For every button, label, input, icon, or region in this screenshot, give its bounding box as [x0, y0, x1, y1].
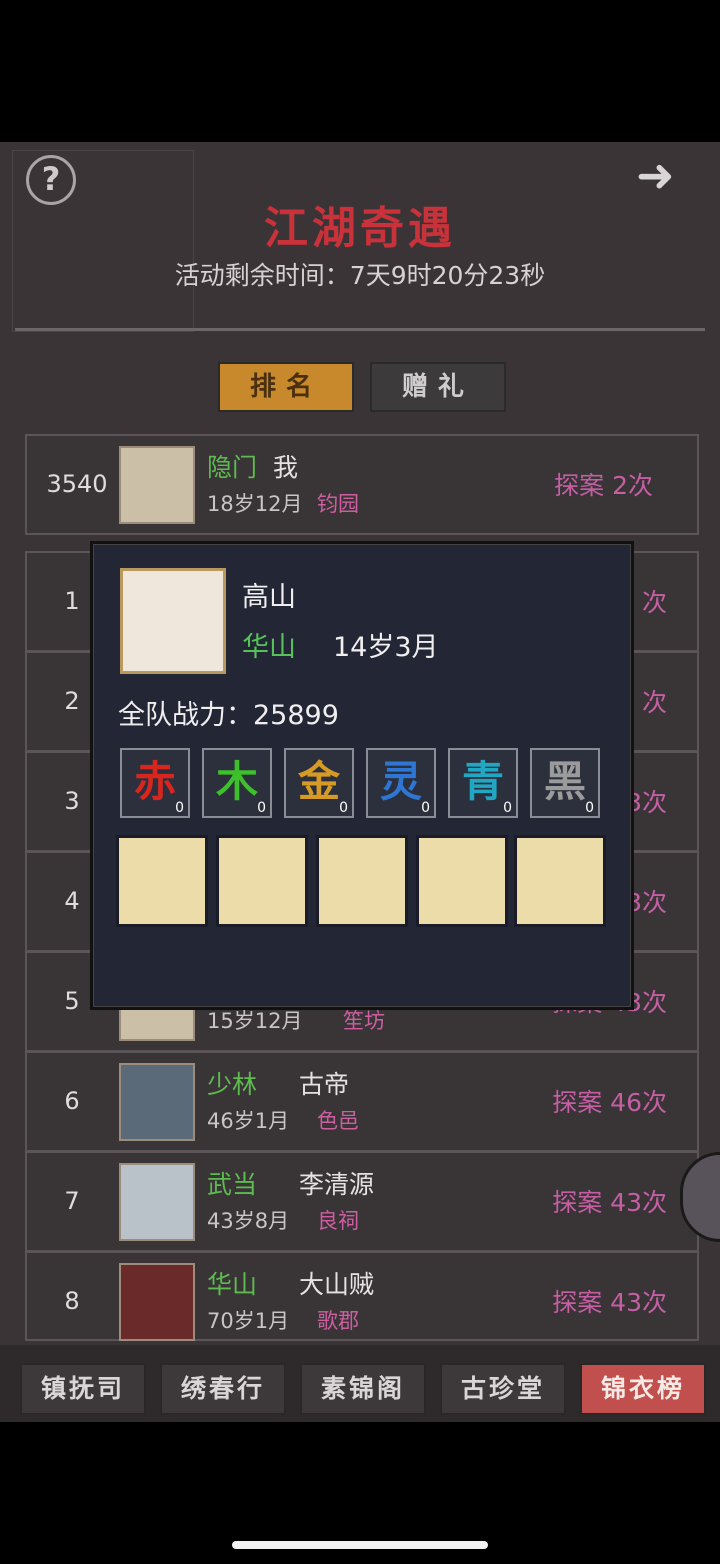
player-name: 古帝 — [299, 1070, 350, 1099]
element-slot-black[interactable]: 黑 0 — [530, 748, 600, 818]
nav-button[interactable]: 镇抚司 — [20, 1363, 146, 1415]
score-label: 次 — [641, 588, 667, 617]
team-member-portrait[interactable] — [316, 835, 408, 927]
team-member-portrait[interactable] — [514, 835, 606, 927]
age-label: 70岁1月 — [207, 1309, 290, 1333]
element-count: 0 — [503, 800, 512, 816]
sect-label: 武当 — [207, 1170, 258, 1199]
element-slot-spirit[interactable]: 灵 0 — [366, 748, 436, 818]
score-label: 探案 46次 — [552, 1088, 667, 1117]
nav-button-active[interactable]: 锦衣榜 — [580, 1363, 706, 1415]
score-label: 次 — [641, 688, 667, 717]
nav-button[interactable]: 绣春行 — [160, 1363, 286, 1415]
nav-button[interactable]: 古珍堂 — [440, 1363, 566, 1415]
avatar — [119, 1063, 195, 1141]
tab-rank[interactable]: 排名 — [218, 362, 354, 412]
player-name: 我 — [273, 453, 299, 482]
place-label: 良祠 — [317, 1209, 359, 1233]
tab-gift[interactable]: 赠礼 — [370, 362, 506, 412]
rank-number: 7 — [64, 1187, 80, 1215]
player-name: 大山贼 — [299, 1270, 375, 1299]
score-label: 探案 43次 — [552, 1188, 667, 1217]
rank-number: 8 — [64, 1287, 80, 1315]
element-count: 0 — [257, 800, 266, 816]
element-slot-gold[interactable]: 金 0 — [284, 748, 354, 818]
home-indicator[interactable] — [232, 1541, 488, 1549]
popup-player-name: 高山 — [242, 582, 296, 613]
popup-sect: 华山 — [242, 632, 296, 663]
element-slot-wood[interactable]: 木 0 — [202, 748, 272, 818]
team-member-portrait[interactable] — [116, 835, 208, 927]
element-slot-cyan[interactable]: 青 0 — [448, 748, 518, 818]
sect-label: 华山 — [207, 1270, 258, 1299]
team-power: 全队战力：25899 — [118, 700, 339, 731]
place-label: 歌郡 — [317, 1309, 359, 1333]
event-timer: 活动剩余时间：7天9时20分23秒 — [174, 261, 546, 290]
team-member-portrait[interactable] — [216, 835, 308, 927]
rank-number: 3540 — [46, 470, 108, 498]
player-name: 李清源 — [299, 1170, 375, 1199]
age-label: 46岁1月 — [207, 1109, 290, 1133]
avatar — [119, 1163, 195, 1241]
element-count: 0 — [175, 800, 184, 816]
team-member-portrait[interactable] — [416, 835, 508, 927]
place-label: 钧园 — [317, 492, 359, 516]
popup-age: 14岁3月 — [333, 632, 439, 663]
avatar — [119, 446, 195, 524]
avatar — [120, 568, 226, 674]
score-label: 探案 43次 — [552, 1288, 667, 1317]
header-divider — [15, 328, 705, 331]
sect-label: 少林 — [207, 1070, 258, 1099]
element-count: 0 — [585, 800, 594, 816]
table-row[interactable]: 6 少林 古帝 46岁1月 色邑 探案 46次 — [25, 1051, 699, 1152]
sect-label: 隐门 — [207, 453, 258, 482]
table-row[interactable]: 8 华山 大山贼 70岁1月 歌郡 探案 43次 — [25, 1251, 699, 1341]
element-slot-red[interactable]: 赤 0 — [120, 748, 190, 818]
table-row[interactable]: 7 武当 李清源 43岁8月 良祠 探案 43次 — [25, 1151, 699, 1252]
place-label: 色邑 — [317, 1109, 359, 1133]
avatar — [119, 1263, 195, 1341]
score-label: 探案 2次 — [554, 471, 653, 500]
my-rank-row[interactable]: 3540 隐门 我 18岁12月 钧园 探案 2次 — [25, 434, 699, 535]
age-label: 18岁12月 — [207, 492, 303, 516]
element-count: 0 — [421, 800, 430, 816]
nav-button[interactable]: 素锦阁 — [300, 1363, 426, 1415]
age-label: 43岁8月 — [207, 1209, 290, 1233]
rank-number: 6 — [64, 1087, 80, 1115]
page-title: 江湖奇遇 — [264, 203, 456, 254]
element-count: 0 — [339, 800, 348, 816]
